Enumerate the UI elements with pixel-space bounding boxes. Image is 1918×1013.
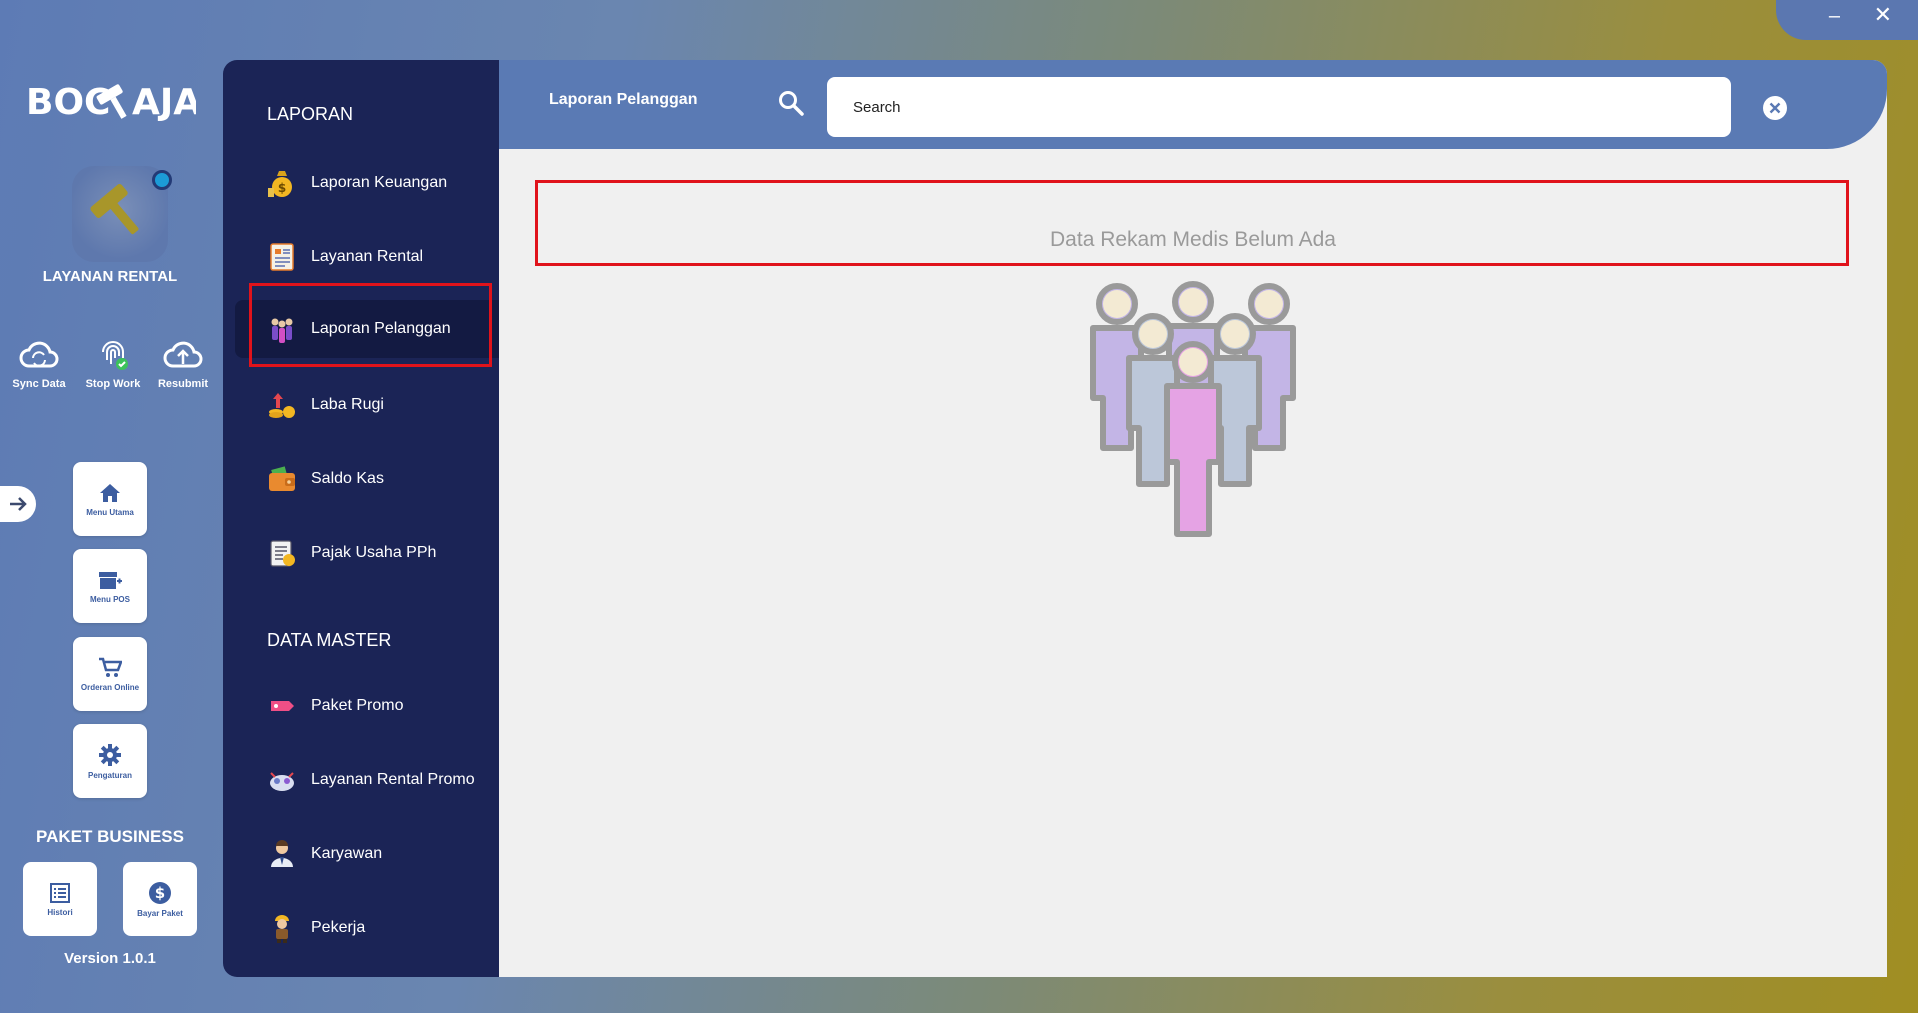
svg-text:BOC: BOC — [26, 82, 110, 123]
nav-label: Karyawan — [311, 845, 383, 862]
nav-label: Layanan Rental Promo — [311, 771, 475, 788]
close-window-button[interactable]: ✕ — [1874, 4, 1892, 26]
stop-work-button[interactable]: Stop Work — [77, 338, 149, 390]
store-icon — [99, 571, 122, 589]
cart-icon — [99, 657, 122, 677]
stop-work-label: Stop Work — [85, 378, 141, 390]
svg-text:$: $ — [155, 884, 165, 902]
search-input[interactable] — [827, 77, 1731, 137]
wallet-icon — [267, 464, 297, 494]
orderan-online-button[interactable]: Orderan Online — [73, 637, 147, 711]
search-icon[interactable] — [778, 90, 804, 121]
home-icon — [100, 483, 120, 502]
nav-item-karyawan[interactable]: Karyawan — [235, 825, 499, 883]
brand-avatar — [72, 166, 172, 262]
report-icon — [267, 242, 297, 272]
arrow-right-icon — [10, 497, 27, 511]
online-status-dot — [152, 170, 172, 190]
clear-search-icon[interactable] — [1762, 95, 1788, 126]
pengaturan-label: Pengaturan — [87, 770, 132, 780]
list-icon — [50, 882, 70, 903]
sync-data-button[interactable]: Sync Data — [3, 338, 75, 390]
nav-item-laporan-keuangan[interactable]: $ Laporan Keuangan — [235, 154, 499, 212]
fingerprint-icon — [102, 341, 128, 370]
hammer-icon — [90, 183, 139, 235]
nav-item-laba-rugi[interactable]: Laba Rugi — [235, 376, 499, 434]
gear-icon — [99, 743, 121, 766]
nav-label: Layanan Rental — [311, 248, 424, 265]
sync-data-label: Sync Data — [12, 378, 66, 390]
menu-pos-label: Menu POS — [89, 594, 130, 604]
expand-sidebar-button[interactable] — [0, 486, 36, 522]
menu-utama-button[interactable]: Menu Utama — [73, 462, 147, 536]
menu-pos-button[interactable]: Menu POS — [73, 549, 147, 623]
report-navigation: LAPORAN $ Laporan Keuangan Layanan Renta… — [223, 60, 499, 977]
profit-icon — [267, 390, 297, 420]
section-title-laporan: LAPORAN — [267, 104, 354, 124]
active-item-highlight — [249, 283, 492, 367]
bayar-paket-button[interactable]: $ Bayar Paket — [123, 862, 197, 936]
window-controls: – ✕ — [1776, 0, 1918, 40]
resubmit-label: Resubmit — [157, 378, 209, 390]
resubmit-button[interactable]: Resubmit — [147, 338, 219, 390]
bayar-paket-label: Bayar Paket — [137, 908, 183, 918]
nav-label: Paket Promo — [311, 697, 404, 714]
nav-item-pekerja[interactable]: Pekerja — [235, 899, 499, 957]
money-bag-icon: $ — [267, 168, 297, 198]
page-title: Laporan Pelanggan — [549, 91, 698, 108]
nav-item-paket-promo[interactable]: Paket Promo — [235, 677, 499, 735]
nav-label: Pajak Usaha PPh — [311, 544, 437, 561]
promo-service-icon — [267, 765, 297, 795]
histori-button[interactable]: Histori — [23, 862, 97, 936]
cloud-upload-icon — [163, 341, 203, 368]
nav-label: Laba Rugi — [311, 396, 384, 413]
svg-text:$: $ — [278, 181, 286, 195]
minimize-button[interactable]: – — [1829, 6, 1840, 26]
nav-item-saldo-kas[interactable]: Saldo Kas — [235, 450, 499, 508]
customers-illustration — [1090, 281, 1296, 537]
promo-tag-icon — [267, 691, 297, 721]
nav-label: Laporan Keuangan — [311, 174, 448, 191]
empty-state-message: Data Rekam Medis Belum Ada — [1050, 228, 1336, 251]
menu-utama-label: Menu Utama — [86, 507, 134, 517]
nav-label: Saldo Kas — [311, 470, 384, 487]
employee-icon — [267, 839, 297, 869]
tax-icon — [267, 538, 297, 568]
empty-state-highlight — [535, 180, 1849, 266]
cloud-sync-icon — [19, 341, 59, 368]
app-version: Version 1.0.1 — [64, 950, 156, 967]
main-content: Laporan Pelanggan Data Rekam Medis Belum… — [499, 60, 1887, 977]
nav-label: Pekerja — [311, 919, 366, 936]
section-title-data-master: DATA MASTER — [267, 630, 392, 650]
nav-item-layanan-rental[interactable]: Layanan Rental — [235, 228, 499, 286]
nav-item-layanan-rental-promo[interactable]: Layanan Rental Promo — [235, 751, 499, 809]
brand-logo: BOC AJA — [26, 76, 201, 126]
brand-label: LAYANAN RENTAL — [42, 268, 178, 285]
orderan-online-label: Orderan Online — [80, 682, 140, 692]
worker-icon — [267, 913, 297, 943]
nav-item-pajak-usaha-pph[interactable]: Pajak Usaha PPh — [235, 524, 499, 582]
dollar-icon: $ — [149, 881, 171, 904]
svg-text:AJA: AJA — [132, 82, 196, 123]
histori-label: Histori — [47, 907, 73, 917]
package-title: PAKET BUSINESS — [36, 827, 184, 846]
pengaturan-button[interactable]: Pengaturan — [73, 724, 147, 798]
